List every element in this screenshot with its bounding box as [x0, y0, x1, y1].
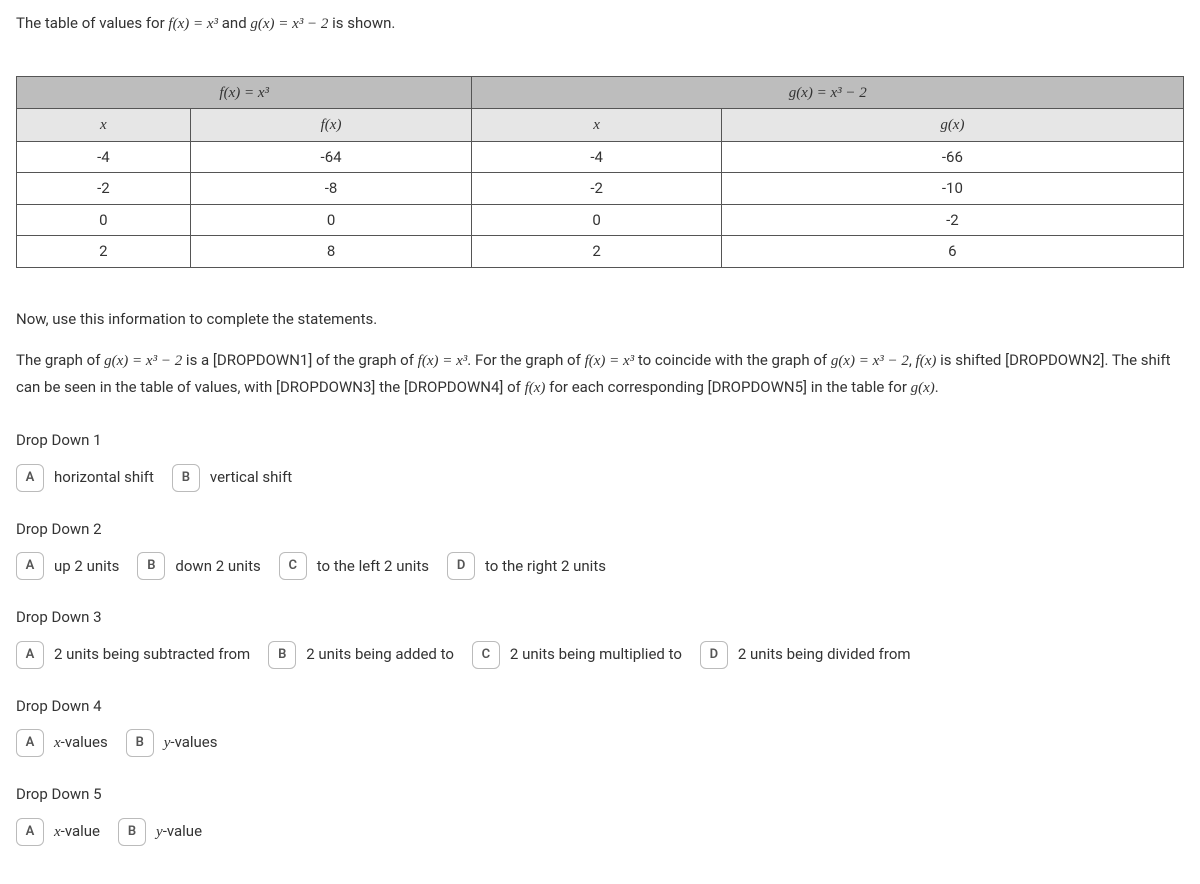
table-row: -4 -64 -4 -66: [17, 141, 1184, 173]
option-label: vertical shift: [210, 466, 292, 489]
option-letter-badge: A: [16, 552, 44, 580]
option-label: down 2 units: [175, 555, 260, 578]
dropdown-group: Drop Down 5 Ax-value By-value: [16, 783, 1184, 846]
option-label: to the right 2 units: [485, 555, 606, 578]
fill-in-paragraph: The graph of g(x) = x³ − 2 is a [DROPDOW…: [16, 348, 1184, 401]
option-label: y-values: [164, 731, 218, 755]
option-label: horizontal shift: [54, 466, 154, 489]
dropdown-option[interactable]: Ahorizontal shift: [16, 464, 154, 492]
option-label: to the left 2 units: [317, 555, 429, 578]
intro-and: and: [218, 14, 250, 32]
option-letter-badge: C: [472, 641, 500, 669]
option-letter-badge: B: [126, 729, 154, 757]
option-letter-badge: B: [137, 552, 165, 580]
option-letter-badge: A: [16, 464, 44, 492]
option-letter-badge: A: [16, 641, 44, 669]
dropdown-title: Drop Down 1: [16, 429, 1184, 452]
dropdown-title: Drop Down 2: [16, 518, 1184, 541]
dropdown-options: Ax-value By-value: [16, 818, 1184, 846]
option-letter-badge: B: [268, 641, 296, 669]
option-label: 2 units being added to: [306, 643, 454, 666]
dropdown-option[interactable]: By-value: [118, 818, 202, 846]
dropdown-option[interactable]: C 2 units being multiplied to: [472, 641, 682, 669]
dropdown-option[interactable]: Cto the left 2 units: [279, 552, 429, 580]
table-row: -2 -8 -2 -10: [17, 173, 1184, 205]
dropdown-options: Aup 2 units Bdown 2 units Cto the left 2 u…: [16, 552, 1184, 580]
col-fx: f(x): [190, 109, 472, 142]
dropdown-title: Drop Down 4: [16, 695, 1184, 718]
fx-header: f(x) = x³: [17, 76, 472, 109]
dropdown-option[interactable]: Dto the right 2 units: [447, 552, 606, 580]
option-letter-badge: D: [447, 552, 475, 580]
option-letter-badge: A: [16, 818, 44, 846]
dropdown-options: Ax-values By-values: [16, 729, 1184, 757]
option-letter-badge: B: [118, 818, 146, 846]
intro-suffix: is shown.: [328, 14, 395, 32]
values-table: f(x) = x³ g(x) = x³ − 2 x f(x) x g(x) -4…: [16, 76, 1184, 268]
dropdown-option[interactable]: By-values: [126, 729, 218, 757]
option-label: up 2 units: [54, 555, 119, 578]
dropdown-option[interactable]: D 2 units being divided from: [700, 641, 911, 669]
dropdown-group: Drop Down 4 Ax-values By-values: [16, 695, 1184, 758]
option-letter-badge: A: [16, 729, 44, 757]
option-label: 2 units being subtracted from: [54, 643, 250, 666]
instruction-text: Now, use this information to complete th…: [16, 308, 1184, 331]
dropdown-group: Drop Down 3 A 2 units being subtracted fro…: [16, 606, 1184, 669]
option-letter-badge: D: [700, 641, 728, 669]
option-letter-badge: B: [172, 464, 200, 492]
f-def: f(x) = x³: [168, 16, 218, 32]
dropdown-group: Drop Down 1 Ahorizontal shift Bvertical sh…: [16, 429, 1184, 492]
dropdown-option[interactable]: Bvertical shift: [172, 464, 292, 492]
option-letter-badge: C: [279, 552, 307, 580]
col-gx: g(x): [721, 109, 1183, 142]
dropdown-option[interactable]: Ax-value: [16, 818, 100, 846]
dropdown-title: Drop Down 3: [16, 606, 1184, 629]
option-label: x-values: [54, 731, 108, 755]
col-x-g: x: [472, 109, 721, 142]
dropdown-title: Drop Down 5: [16, 783, 1184, 806]
dropdown-options: A 2 units being subtracted from B 2 units b…: [16, 641, 1184, 669]
dropdown-option[interactable]: Bdown 2 units: [137, 552, 260, 580]
col-x-f: x: [17, 109, 191, 142]
g-def: g(x) = x³ − 2: [250, 16, 328, 32]
dropdown-group: Drop Down 2 Aup 2 units Bdown 2 units Cto t…: [16, 518, 1184, 581]
table-row: 2 8 2 6: [17, 236, 1184, 268]
dropdown-option[interactable]: A 2 units being subtracted from: [16, 641, 250, 669]
dropdown-option[interactable]: B 2 units being added to: [268, 641, 454, 669]
option-label: 2 units being multiplied to: [510, 643, 682, 666]
dropdown-option[interactable]: Aup 2 units: [16, 552, 119, 580]
intro-text: The table of values for f(x) = x³ and g(…: [16, 12, 1184, 36]
intro-prefix: The table of values for: [16, 14, 168, 32]
option-label: 2 units being divided from: [738, 643, 911, 666]
dropdown-options: Ahorizontal shift Bvertical shift: [16, 464, 1184, 492]
gx-header: g(x) = x³ − 2: [472, 76, 1184, 109]
table-row: 0 0 0 -2: [17, 204, 1184, 236]
dropdown-option[interactable]: Ax-values: [16, 729, 108, 757]
